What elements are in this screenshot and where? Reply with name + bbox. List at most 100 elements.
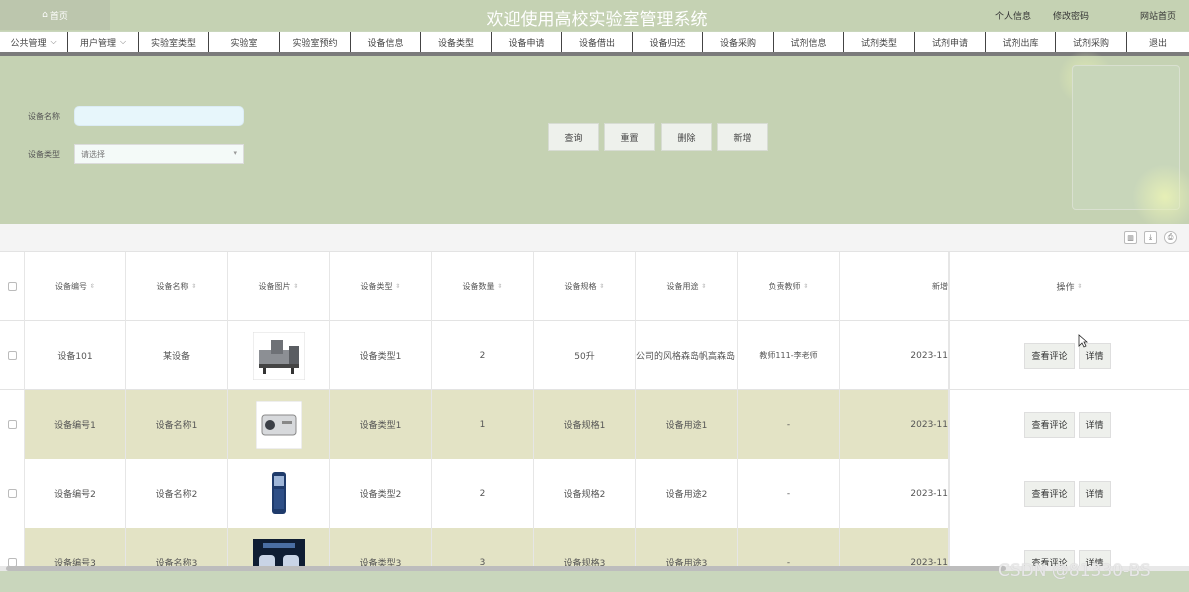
device-image-handheld[interactable] [253, 470, 305, 518]
device-type-select[interactable]: 请选择 ▾ [74, 144, 244, 164]
change-password-link[interactable]: 修改密码 [1053, 9, 1089, 22]
column-header-name[interactable]: 设备名称 ⇳ [126, 252, 228, 321]
column-header-code[interactable]: 设备编号 ⇳ [25, 252, 126, 321]
select-all-cell[interactable] [0, 252, 25, 321]
site-home-link[interactable]: 网站首页 [1140, 9, 1176, 22]
column-header-ops[interactable]: 操作 ⇳ [949, 252, 1189, 321]
nav-item-public[interactable]: 公共管理 ⌵ [0, 32, 68, 52]
nav-item-reagent-apply[interactable]: 试剂申请 [915, 32, 986, 52]
sort-icon: ⇳ [701, 283, 707, 290]
nav-item-logout[interactable]: 退出 [1127, 32, 1189, 52]
row-actions: 查看评论 详情 [949, 459, 1189, 528]
query-button[interactable]: 查询 [548, 123, 599, 151]
device-image-dual-unit[interactable] [252, 538, 305, 568]
cell-code: 设备编号2 [25, 459, 126, 528]
add-button[interactable]: 新增 [717, 123, 768, 151]
cell-use: 公司的风格森岛帆高森岛 [636, 321, 738, 390]
row-select-cell[interactable] [0, 528, 25, 568]
nav-item-lab-type[interactable]: 实验室类型 [139, 32, 209, 52]
home-tab[interactable]: ⌂ 首页 [0, 0, 110, 30]
sort-icon: ⇳ [191, 283, 197, 290]
name-label: 设备名称 [28, 112, 60, 121]
device-name-input[interactable] [74, 106, 244, 126]
delete-button[interactable]: 删除 [661, 123, 712, 151]
row-checkbox[interactable] [7, 420, 17, 429]
sort-icon: ⇳ [1077, 283, 1083, 290]
cell-code: 设备编号3 [25, 528, 126, 568]
column-header-type[interactable]: 设备类型 ⇳ [330, 252, 432, 321]
site-title: 欢迎使用高校实验室管理系统 [486, 10, 708, 30]
column-header-qty[interactable]: 设备数量 ⇳ [432, 252, 534, 321]
cell-date: 2023-11 [840, 459, 949, 528]
sort-icon: ⇳ [89, 283, 96, 290]
column-header-spec[interactable]: 设备规格 ⇳ [534, 252, 636, 321]
nav-item-device-lend[interactable]: 设备借出 [562, 32, 633, 52]
table-row: 设备101 某设备 设备类型1 2 50升 公司的风格森岛帆高森岛 教师111-… [0, 321, 1189, 390]
cell-type: 设备类型2 [330, 459, 432, 528]
cell-teacher: - [738, 528, 840, 568]
column-header-use[interactable]: 设备用途 ⇳ [636, 252, 738, 321]
profile-link[interactable]: 个人信息 [995, 9, 1031, 22]
cell-image [228, 528, 330, 568]
nav-item-reagent-purchase[interactable]: 试剂采购 [1056, 32, 1127, 52]
cell-use: 设备用途2 [636, 459, 738, 528]
view-comments-button[interactable]: 查看评论 [1024, 480, 1075, 507]
row-select-cell[interactable] [0, 459, 25, 528]
cell-spec: 50升 [534, 321, 636, 390]
nav-item-device-apply[interactable]: 设备申请 [492, 32, 562, 52]
mouse-cursor-icon [1078, 334, 1088, 348]
table-row: 设备编号1 设备名称1 设备类型1 1 设备规格1 设备用途1 - 2023-1… [0, 390, 1189, 459]
export-icon[interactable]: ⤓ [1144, 231, 1157, 244]
table-header-row: 设备编号 ⇳ 设备名称 ⇳ 设备图片 ⇳ 设备类型 ⇳ 设备数量 ⇳ 设备规格 ⇳ 设备用途… [0, 252, 1189, 321]
chevron-down-icon: ⌵ [119, 37, 127, 46]
columns-icon[interactable]: ▥ [1124, 231, 1137, 244]
nav-item-reagent-type[interactable]: 试剂类型 [844, 32, 915, 52]
nav-item-reagent-info[interactable]: 试剂信息 [774, 32, 844, 52]
cell-image [228, 321, 330, 390]
details-button[interactable]: 详情 [1078, 411, 1111, 438]
table-toolbar: ▥ ⤓ ⎙ [0, 224, 1189, 252]
chevron-down-icon: ▾ [233, 149, 237, 157]
cell-code: 设备101 [25, 321, 126, 390]
row-select-cell[interactable] [0, 390, 25, 459]
scrollbar-thumb[interactable] [6, 566, 1006, 571]
reset-button[interactable]: 重置 [604, 123, 655, 151]
cell-code: 设备编号1 [25, 390, 126, 459]
nav-item-device-purchase[interactable]: 设备采购 [703, 32, 774, 52]
view-comments-button[interactable]: 查看评论 [1024, 342, 1075, 369]
nav-item-device-return[interactable]: 设备归还 [633, 32, 703, 52]
row-select-cell[interactable] [0, 321, 25, 390]
cell-name: 设备名称2 [126, 459, 228, 528]
nav-item-reagent-out[interactable]: 试剂出库 [986, 32, 1056, 52]
details-button[interactable]: 详情 [1078, 480, 1111, 507]
main-nav: 公共管理 ⌵ 用户管理 ⌵ 实验室类型 实验室 实验室预约 设备信息 设备类型 设备… [0, 32, 1189, 56]
select-all-checkbox[interactable] [7, 282, 17, 291]
column-header-date[interactable]: 新增 [840, 252, 949, 321]
nav-item-lab-booking[interactable]: 实验室预约 [280, 32, 351, 52]
cell-name: 某设备 [126, 321, 228, 390]
cell-spec: 设备规格1 [534, 390, 636, 459]
chevron-down-icon: ⌵ [50, 37, 57, 46]
column-header-image[interactable]: 设备图片 ⇳ [228, 252, 330, 321]
nav-item-users[interactable]: 用户管理 ⌵ [68, 32, 139, 52]
nav-item-device-info[interactable]: 设备信息 [351, 32, 421, 52]
cell-image [228, 390, 330, 459]
column-header-teacher[interactable]: 负责教师 ⇳ [738, 252, 840, 321]
home-label: 首页 [49, 11, 68, 22]
cell-date: 2023-11 [840, 321, 949, 390]
device-image-projector[interactable] [253, 400, 305, 449]
cell-type: 设备类型1 [330, 321, 432, 390]
view-comments-button[interactable]: 查看评论 [1024, 411, 1075, 438]
nav-item-lab[interactable]: 实验室 [209, 32, 280, 52]
row-actions: 查看评论 详情 [949, 321, 1189, 390]
device-image-extruder[interactable] [252, 331, 305, 380]
row-checkbox[interactable] [7, 351, 17, 360]
sort-icon: ⇳ [293, 283, 299, 290]
nav-item-device-type[interactable]: 设备类型 [421, 32, 492, 52]
row-checkbox[interactable] [7, 489, 17, 498]
decorative-blob [1132, 164, 1189, 230]
cell-teacher: - [738, 459, 840, 528]
print-icon[interactable]: ⎙ [1164, 231, 1177, 244]
type-select-placeholder: 请选择 [81, 150, 105, 159]
type-label: 设备类型 [28, 150, 60, 159]
